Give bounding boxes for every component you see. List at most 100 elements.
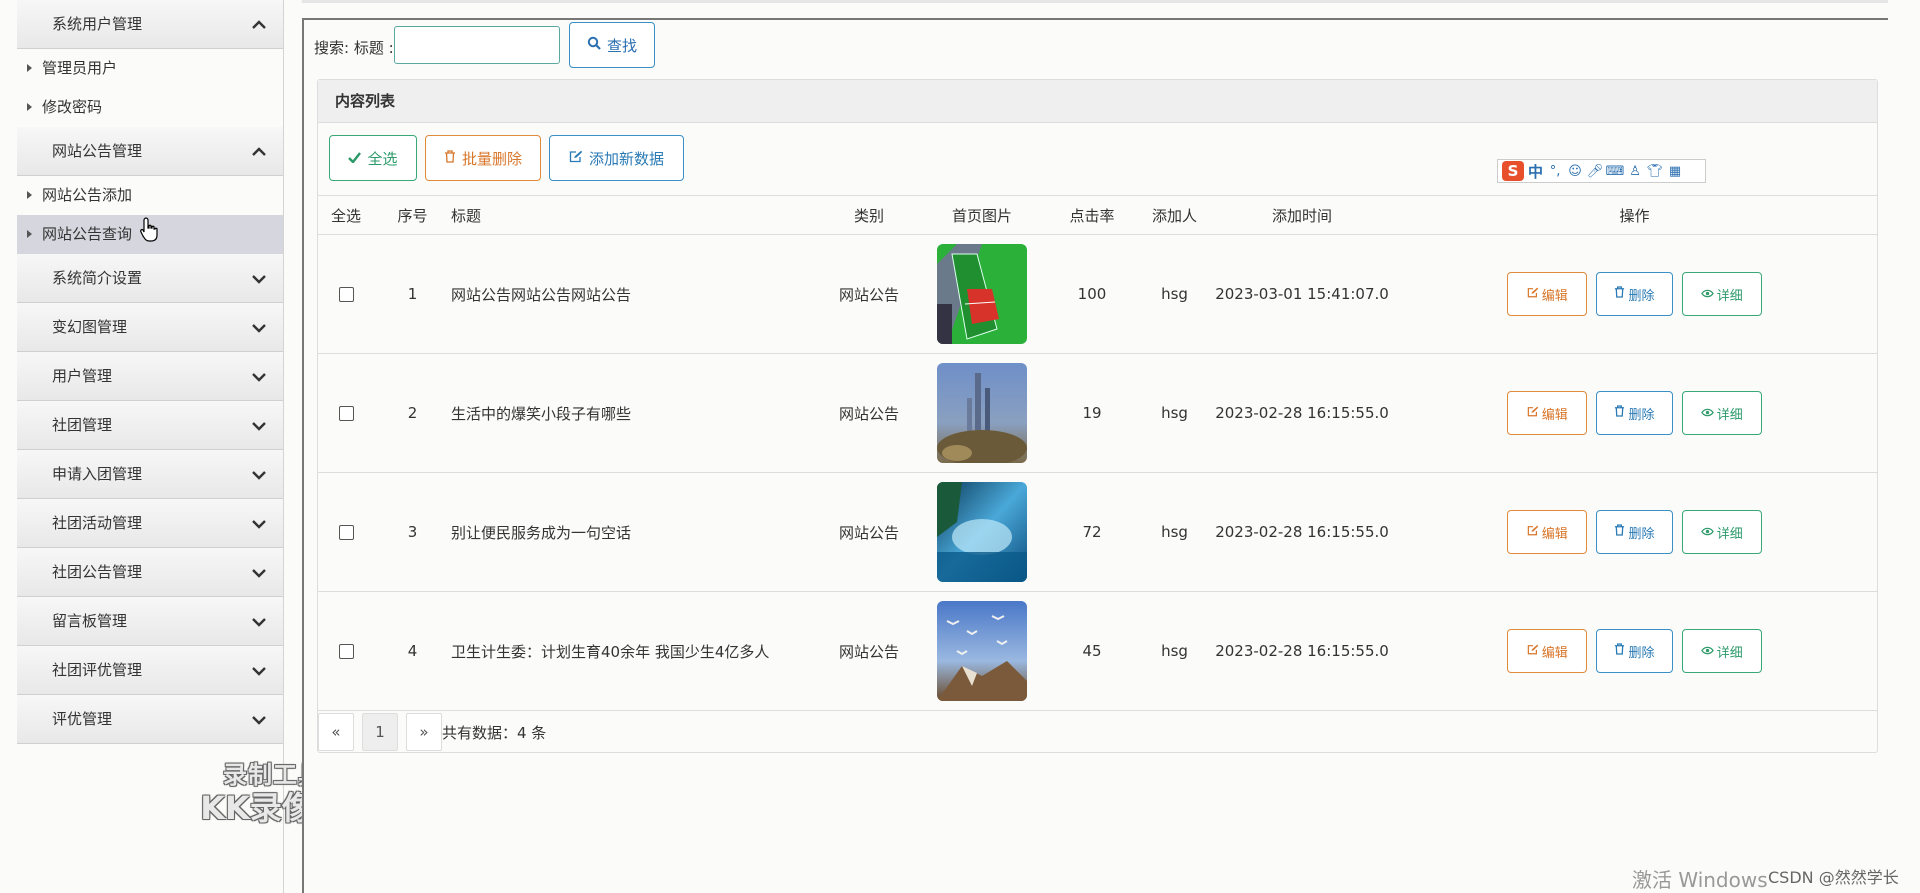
sidebar-group-users[interactable]: 用户管理 [17, 352, 283, 401]
row-title: 别让便民服务成为一句空话 [451, 472, 821, 592]
skin-icon: 👕︎ [1646, 163, 1664, 179]
chevron-down-icon [251, 646, 267, 695]
caret-right-icon [27, 230, 32, 238]
sidebar-item-admin-users[interactable]: 管理员用户 [17, 49, 283, 88]
delete-button[interactable]: 删除 [1596, 272, 1673, 316]
sidebar-item-change-password[interactable]: 修改密码 [17, 88, 283, 127]
search-label: 搜索: 标题 : [314, 39, 394, 57]
chevron-down-icon [251, 303, 267, 352]
row-clicks: 19 [1047, 353, 1137, 473]
delete-button[interactable]: 删除 [1596, 391, 1673, 435]
row-checkbox[interactable] [338, 525, 354, 540]
delete-button[interactable]: 删除 [1596, 510, 1673, 554]
add-new-button[interactable]: 添加新数据 [549, 135, 684, 181]
sidebar-item-label: 管理员用户 [42, 59, 118, 77]
row-checkbox[interactable] [338, 644, 354, 659]
page-1-button[interactable]: 1 [362, 713, 398, 751]
edit-label: 编辑 [1541, 407, 1568, 423]
edit-icon [1527, 406, 1539, 421]
row-thumbnail[interactable] [937, 482, 1027, 582]
row-title: 卫生计生委：计划生育40余年 我国少生4亿多人 [451, 591, 821, 711]
batch-delete-button[interactable]: 批量删除 [425, 135, 541, 181]
sidebar-group-club-awards[interactable]: 社团评优管理 [17, 646, 283, 695]
sidebar-item-label: 修改密码 [42, 98, 103, 116]
sidebar-group-label: 社团公告管理 [52, 563, 143, 581]
table-row: 3 别让便民服务成为一句空话 网站公告 72 hsg 2023-02-28 16… [318, 472, 1877, 592]
row-thumbnail[interactable] [937, 244, 1027, 344]
sidebar-item-add-notice[interactable]: 网站公告添加 [17, 176, 283, 215]
sidebar-group-label: 留言板管理 [52, 612, 128, 630]
sidebar-group-club-notices[interactable]: 社团公告管理 [17, 548, 283, 597]
edit-button[interactable]: 编辑 [1507, 272, 1588, 316]
col-title: 标题 [451, 195, 821, 235]
content-table: 全选 序号 标题 类别 首页图片 点击率 添加人 添加时间 操作 1 网站公告网… [318, 195, 1877, 711]
sidebar-group-message-board[interactable]: 留言板管理 [17, 597, 283, 646]
row-title: 网站公告网站公告网站公告 [451, 234, 821, 354]
right-edge [1888, 18, 1920, 893]
trash-icon [1614, 286, 1625, 302]
detail-label: 详细 [1716, 526, 1743, 542]
edit-button[interactable]: 编辑 [1507, 391, 1588, 435]
search-input[interactable] [394, 26, 560, 64]
edit-button[interactable]: 编辑 [1507, 510, 1588, 554]
chevron-down-icon [251, 597, 267, 646]
col-select-all[interactable]: 全选 [318, 195, 374, 235]
trash-icon [1614, 524, 1625, 540]
sidebar-group-join-requests[interactable]: 申请入团管理 [17, 450, 283, 499]
row-no: 4 [374, 591, 451, 711]
total-count: 共有数据：4 条 [442, 723, 547, 742]
sidebar-group-system-users[interactable]: 系统用户管理 [17, 0, 283, 49]
col-image: 首页图片 [917, 195, 1047, 235]
row-thumbnail[interactable] [937, 363, 1027, 463]
select-all-button[interactable]: 全选 [329, 135, 417, 181]
sidebar-group-banner[interactable]: 变幻图管理 [17, 303, 283, 352]
delete-label: 删除 [1628, 645, 1655, 661]
row-clicks: 45 [1047, 591, 1137, 711]
content-panel: 内容列表 全选 批量删除 添加新数据 S 中 °, ☺ 🎤︎ ⌨ ♙ 👕︎ ▦ … [317, 79, 1878, 753]
col-no: 序号 [374, 195, 451, 235]
sidebar-group-club-activities[interactable]: 社团活动管理 [17, 499, 283, 548]
sidebar-group-label: 网站公告管理 [52, 142, 143, 160]
detail-label: 详细 [1716, 288, 1743, 304]
row-clicks: 72 [1047, 472, 1137, 592]
sidebar-group-notices[interactable]: 网站公告管理 [17, 127, 283, 176]
prev-page-button[interactable]: « [318, 713, 354, 751]
emoji-icon: ☺ [1568, 163, 1582, 179]
sidebar-group-intro[interactable]: 系统简介设置 [17, 254, 283, 303]
row-thumbnail[interactable] [937, 601, 1027, 701]
sidebar-item-label: 网站公告查询 [42, 225, 133, 243]
edit-button[interactable]: 编辑 [1507, 629, 1588, 673]
sidebar-item-label: 网站公告添加 [42, 186, 133, 204]
delete-label: 删除 [1628, 288, 1655, 304]
caret-right-icon [27, 191, 32, 199]
row-checkbox[interactable] [338, 287, 354, 302]
sogou-logo-icon: S [1502, 161, 1524, 181]
detail-button[interactable]: 详细 [1681, 272, 1762, 316]
row-time: 2023-02-28 16:15:55.0 [1212, 472, 1392, 592]
search-button[interactable]: 查找 [569, 22, 655, 68]
delete-label: 删除 [1628, 407, 1655, 423]
sidebar-group-label: 申请入团管理 [52, 465, 143, 483]
toolbar: 全选 批量删除 添加新数据 S 中 °, ☺ 🎤︎ ⌨ ♙ 👕︎ ▦ [318, 123, 1877, 195]
eye-icon [1700, 644, 1714, 659]
delete-button[interactable]: 删除 [1596, 629, 1673, 673]
sidebar-group-clubs[interactable]: 社团管理 [17, 401, 283, 450]
sidebar-group-label: 社团活动管理 [52, 514, 143, 532]
detail-button[interactable]: 详细 [1681, 510, 1762, 554]
detail-button[interactable]: 详细 [1681, 391, 1762, 435]
detail-button[interactable]: 详细 [1681, 629, 1762, 673]
eye-icon [1700, 287, 1714, 302]
next-page-button[interactable]: » [406, 713, 442, 751]
sidebar-group-awards[interactable]: 评优管理 [17, 695, 283, 744]
user-icon: ♙ [1629, 163, 1641, 179]
chevron-down-icon [251, 450, 267, 499]
sidebar-group-label: 用户管理 [52, 367, 113, 385]
chevron-up-icon [251, 127, 267, 176]
sidebar: 系统用户管理 管理员用户 修改密码 网站公告管理 网站公告添加 网站公告查询 系… [17, 0, 346, 893]
row-checkbox[interactable] [338, 406, 354, 421]
sidebar-group-label: 社团评优管理 [52, 661, 143, 679]
ime-toolbar[interactable]: S 中 °, ☺ 🎤︎ ⌨ ♙ 👕︎ ▦ [1497, 159, 1706, 183]
row-category: 网站公告 [821, 591, 917, 711]
edit-label: 编辑 [1541, 645, 1568, 661]
col-actions: 操作 [1392, 195, 1877, 235]
